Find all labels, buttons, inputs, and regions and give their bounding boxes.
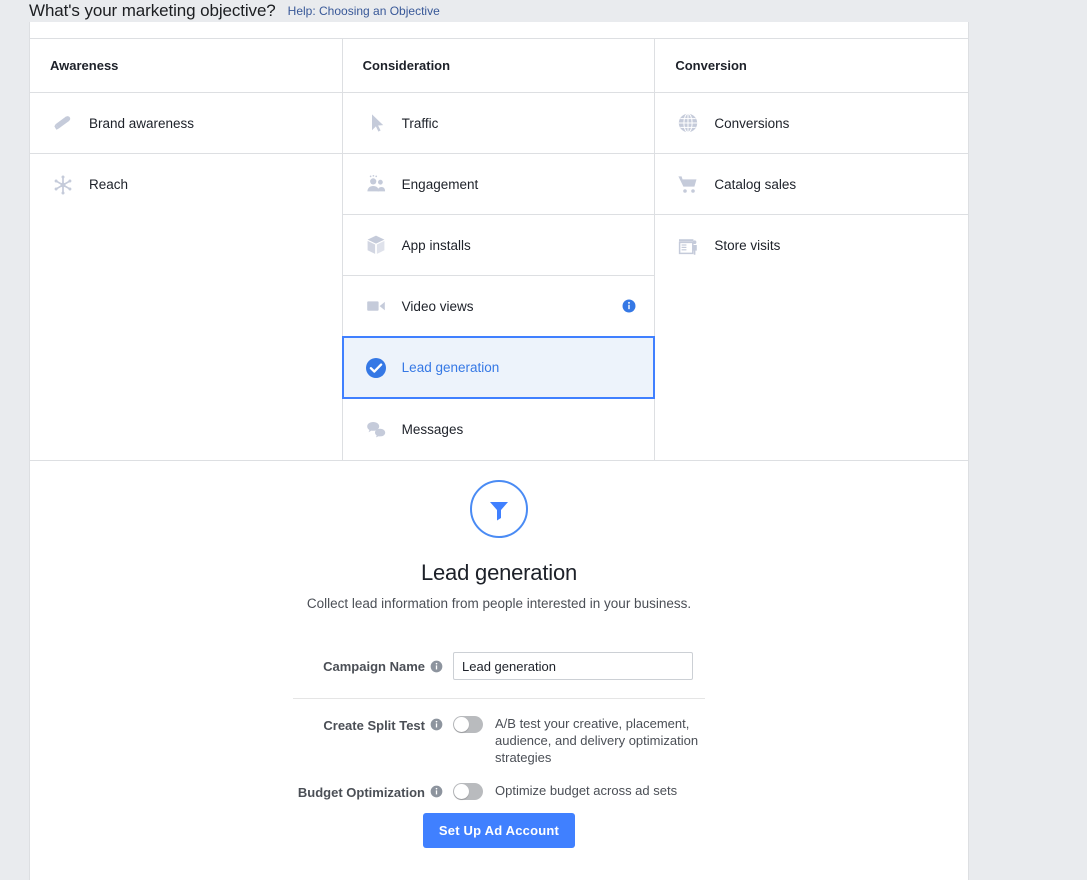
budget-optimization-description: Optimize budget across ad sets: [495, 782, 677, 799]
funnel-icon: [470, 480, 528, 538]
speech-bubbles-icon: [363, 417, 389, 443]
split-test-label-text: Create Split Test: [323, 718, 425, 733]
objective-item-label: Store visits: [714, 238, 780, 253]
cta-container: Set Up Ad Account: [29, 813, 969, 848]
objective-column-conversion: Conversion Conversions Catalog sales Store …: [655, 39, 968, 460]
objective-column-awareness: Awareness Brand awareness Reach: [30, 39, 343, 460]
detail-title: Lead generation: [29, 560, 969, 586]
objective-item-label: Video views: [402, 299, 474, 314]
budget-optimization-label: Budget Optimization: [293, 782, 453, 800]
people-icon: [363, 171, 389, 197]
objective-column-header: Conversion: [655, 39, 968, 93]
objective-item-label: Lead generation: [402, 360, 500, 375]
budget-optimization-row: Budget Optimization Optimize budget acro…: [293, 782, 705, 800]
objective-item-label: Brand awareness: [89, 116, 194, 131]
help-choosing-objective-link[interactable]: Help: Choosing an Objective: [288, 4, 440, 18]
split-test-toggle[interactable]: [453, 716, 483, 733]
campaign-name-row: Campaign Name: [293, 652, 705, 680]
video-camera-icon: [363, 293, 389, 319]
objective-item-label: App installs: [402, 238, 471, 253]
info-icon[interactable]: [622, 299, 636, 313]
toggle-knob: [454, 784, 469, 799]
campaign-name-input[interactable]: [453, 652, 693, 680]
box-icon: [363, 232, 389, 258]
objective-item-label: Catalog sales: [714, 177, 796, 192]
globe-icon: [675, 110, 701, 136]
objective-item-messages[interactable]: Messages: [343, 399, 655, 460]
objective-item-brand-awareness[interactable]: Brand awareness: [30, 93, 342, 154]
objective-item-engagement[interactable]: Engagement: [343, 154, 655, 215]
info-icon[interactable]: [430, 660, 443, 673]
info-icon[interactable]: [430, 718, 443, 731]
objective-item-label: Reach: [89, 177, 128, 192]
objective-item-video-views[interactable]: Video views: [343, 276, 655, 337]
detail-description: Collect lead information from people int…: [29, 596, 969, 611]
info-icon[interactable]: [430, 785, 443, 798]
objective-detail: Lead generation Collect lead information…: [29, 480, 969, 611]
toggle-knob: [454, 717, 469, 732]
objective-column-header: Awareness: [30, 39, 342, 93]
objective-item-label: Messages: [402, 422, 464, 437]
set-up-ad-account-button[interactable]: Set Up Ad Account: [423, 813, 575, 848]
storefront-icon: [675, 233, 701, 259]
campaign-name-label-text: Campaign Name: [323, 659, 425, 674]
check-circle-icon: [363, 355, 389, 381]
form-divider: [293, 698, 705, 699]
objective-item-conversions[interactable]: Conversions: [655, 93, 968, 154]
split-test-description: A/B test your creative, placement, audie…: [495, 715, 700, 766]
objective-column-consideration: Consideration Traffic Engagement App instal…: [343, 39, 656, 460]
page-root: What's your marketing objective? Help: C…: [0, 0, 1087, 880]
objective-item-label: Engagement: [402, 177, 479, 192]
objective-item-store-visits[interactable]: Store visits: [655, 215, 968, 276]
objective-item-reach[interactable]: Reach: [30, 154, 342, 215]
objective-item-label: Conversions: [714, 116, 789, 131]
campaign-form: Campaign Name Create Split Test: [293, 652, 705, 800]
objective-item-app-installs[interactable]: App installs: [343, 215, 655, 276]
split-test-label: Create Split Test: [293, 715, 453, 733]
megaphone-icon: [50, 110, 76, 136]
objective-header: What's your marketing objective? Help: C…: [29, 0, 440, 22]
objective-item-lead-generation[interactable]: Lead generation: [342, 336, 656, 399]
objective-column-header: Consideration: [343, 39, 655, 93]
page-title: What's your marketing objective?: [29, 1, 276, 21]
objective-grid: Awareness Brand awareness Reach Considerati…: [29, 38, 969, 461]
split-test-row: Create Split Test A/B test your creative…: [293, 715, 705, 766]
cursor-arrow-icon: [363, 110, 389, 136]
starburst-icon: [50, 172, 76, 198]
objective-item-catalog-sales[interactable]: Catalog sales: [655, 154, 968, 215]
objective-item-traffic[interactable]: Traffic: [343, 93, 655, 154]
shopping-cart-icon: [675, 171, 701, 197]
campaign-name-label: Campaign Name: [293, 659, 453, 674]
budget-optimization-toggle[interactable]: [453, 783, 483, 800]
budget-optimization-label-text: Budget Optimization: [298, 785, 425, 800]
objective-item-label: Traffic: [402, 116, 439, 131]
